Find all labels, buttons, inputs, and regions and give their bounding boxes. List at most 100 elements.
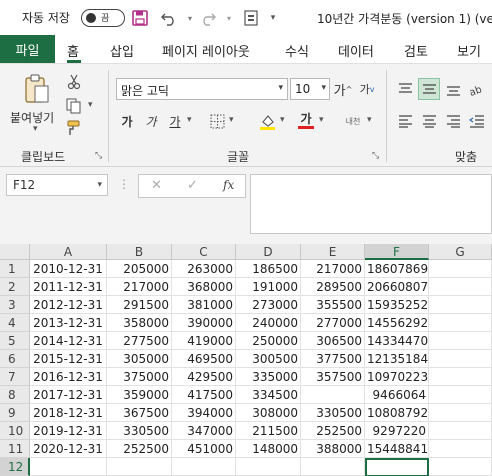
cancel-icon[interactable]: ✕ bbox=[151, 178, 162, 193]
cut-icon[interactable] bbox=[64, 72, 84, 92]
cell-g4[interactable] bbox=[429, 314, 492, 332]
column-header-b[interactable]: B bbox=[107, 244, 172, 260]
column-header-d[interactable]: D bbox=[236, 244, 301, 260]
cell-f10[interactable]: 9297220 bbox=[365, 422, 429, 440]
fill-color-dropdown-icon[interactable]: ▾ bbox=[280, 115, 285, 125]
cell-f11[interactable]: 15448841 bbox=[365, 440, 429, 458]
row-header-2[interactable]: 2 bbox=[0, 278, 30, 296]
cell-g11[interactable] bbox=[429, 440, 492, 458]
font-color-button[interactable]: 가 bbox=[296, 108, 316, 132]
cell-e4[interactable]: 277000 bbox=[301, 314, 365, 332]
cell-b2[interactable]: 217000 bbox=[107, 278, 172, 296]
cell-d5[interactable]: 250000 bbox=[236, 332, 301, 350]
decrease-indent-icon[interactable] bbox=[466, 110, 488, 132]
column-header-f[interactable]: F bbox=[365, 244, 429, 260]
column-header-a[interactable]: A bbox=[30, 244, 107, 260]
cell-d6[interactable]: 300500 bbox=[236, 350, 301, 368]
enter-icon[interactable]: ✓ bbox=[187, 178, 198, 193]
row-header-8[interactable]: 8 bbox=[0, 386, 30, 404]
cell-a10[interactable]: 2019-12-31 bbox=[30, 422, 107, 440]
cell-d3[interactable]: 273000 bbox=[236, 296, 301, 314]
row-header-3[interactable]: 3 bbox=[0, 296, 30, 314]
font-size-select[interactable]: 10 ▾ bbox=[290, 78, 330, 100]
cell-b9[interactable]: 367500 bbox=[107, 404, 172, 422]
align-middle-icon[interactable] bbox=[418, 78, 440, 100]
cell-a3[interactable]: 2012-12-31 bbox=[30, 296, 107, 314]
cell-a12[interactable] bbox=[30, 458, 107, 476]
cell-e12[interactable] bbox=[301, 458, 365, 476]
cell-a2[interactable]: 2011-12-31 bbox=[30, 278, 107, 296]
select-all-corner[interactable] bbox=[0, 244, 30, 260]
paste-icon[interactable] bbox=[22, 72, 52, 106]
clipboard-launcher-icon[interactable]: ⤡ bbox=[95, 151, 102, 161]
cell-g1[interactable] bbox=[429, 260, 492, 278]
align-top-icon[interactable] bbox=[394, 78, 416, 100]
column-header-c[interactable]: C bbox=[172, 244, 236, 260]
cell-a9[interactable]: 2018-12-31 bbox=[30, 404, 107, 422]
cell-b6[interactable]: 305000 bbox=[107, 350, 172, 368]
orientation-icon[interactable]: ab bbox=[466, 78, 488, 100]
cell-f2[interactable]: 20660807 bbox=[365, 278, 429, 296]
bold-button[interactable]: 가 bbox=[118, 110, 136, 132]
phonetic-dropdown-icon[interactable]: ▾ bbox=[367, 115, 372, 125]
italic-button[interactable]: 가 bbox=[142, 110, 160, 132]
column-header-e[interactable]: E bbox=[301, 244, 365, 260]
cell-f7[interactable]: 10970223 bbox=[365, 368, 429, 386]
underline-button[interactable]: 가 bbox=[166, 110, 184, 132]
cell-e1[interactable]: 217000 bbox=[301, 260, 365, 278]
tab-insert[interactable]: 삽입 bbox=[110, 41, 134, 60]
cell-c8[interactable]: 417500 bbox=[172, 386, 236, 404]
cell-a8[interactable]: 2017-12-31 bbox=[30, 386, 107, 404]
cell-g3[interactable] bbox=[429, 296, 492, 314]
cell-g5[interactable] bbox=[429, 332, 492, 350]
formula-input[interactable] bbox=[250, 174, 492, 234]
cell-f1[interactable]: 18607869 bbox=[365, 260, 429, 278]
cell-g6[interactable] bbox=[429, 350, 492, 368]
undo-icon[interactable] bbox=[158, 7, 180, 29]
cell-g9[interactable] bbox=[429, 404, 492, 422]
align-center-icon[interactable] bbox=[418, 110, 440, 132]
cell-d1[interactable]: 186500 bbox=[236, 260, 301, 278]
align-left-icon[interactable] bbox=[394, 110, 416, 132]
cell-d8[interactable]: 334500 bbox=[236, 386, 301, 404]
cell-d12[interactable] bbox=[236, 458, 301, 476]
tab-review[interactable]: 검토 bbox=[404, 41, 428, 60]
cell-g8[interactable] bbox=[429, 386, 492, 404]
cell-e10[interactable]: 252500 bbox=[301, 422, 365, 440]
cell-e3[interactable]: 355500 bbox=[301, 296, 365, 314]
redo-icon[interactable] bbox=[197, 7, 219, 29]
cell-f9[interactable]: 10808792 bbox=[365, 404, 429, 422]
cell-b12[interactable] bbox=[107, 458, 172, 476]
cell-b7[interactable]: 375000 bbox=[107, 368, 172, 386]
cell-c10[interactable]: 347000 bbox=[172, 422, 236, 440]
cell-c6[interactable]: 469500 bbox=[172, 350, 236, 368]
row-header-10[interactable]: 10 bbox=[0, 422, 30, 440]
cell-g7[interactable] bbox=[429, 368, 492, 386]
cell-c3[interactable]: 381000 bbox=[172, 296, 236, 314]
save-icon[interactable] bbox=[129, 7, 151, 29]
borders-icon[interactable] bbox=[207, 110, 227, 132]
cell-c7[interactable]: 429500 bbox=[172, 368, 236, 386]
cell-d2[interactable]: 191000 bbox=[236, 278, 301, 296]
decrease-font-size-button[interactable]: 가v bbox=[358, 78, 376, 100]
customize-toolbar-icon[interactable]: ▾ bbox=[262, 7, 284, 29]
tab-page-layout[interactable]: 페이지 레이아웃 bbox=[162, 41, 250, 60]
cell-g12[interactable] bbox=[429, 458, 492, 476]
cell-e8[interactable] bbox=[301, 386, 365, 404]
align-right-icon[interactable] bbox=[442, 110, 464, 132]
align-bottom-icon[interactable] bbox=[442, 78, 464, 100]
cell-a11[interactable]: 2020-12-31 bbox=[30, 440, 107, 458]
font-color-dropdown-icon[interactable]: ▾ bbox=[319, 115, 324, 125]
name-box[interactable]: F12 ▾ bbox=[6, 174, 108, 196]
cell-e9[interactable]: 330500 bbox=[301, 404, 365, 422]
cell-b4[interactable]: 358000 bbox=[107, 314, 172, 332]
cell-a5[interactable]: 2014-12-31 bbox=[30, 332, 107, 350]
cell-a1[interactable]: 2010-12-31 bbox=[30, 260, 107, 278]
cell-c11[interactable]: 451000 bbox=[172, 440, 236, 458]
row-header-7[interactable]: 7 bbox=[0, 368, 30, 386]
cell-c5[interactable]: 419000 bbox=[172, 332, 236, 350]
cell-f8[interactable]: 9466064 bbox=[365, 386, 429, 404]
form-icon[interactable] bbox=[240, 7, 262, 29]
increase-font-size-button[interactable]: 가 ^ bbox=[334, 78, 353, 100]
borders-dropdown-icon[interactable]: ▾ bbox=[229, 115, 234, 125]
